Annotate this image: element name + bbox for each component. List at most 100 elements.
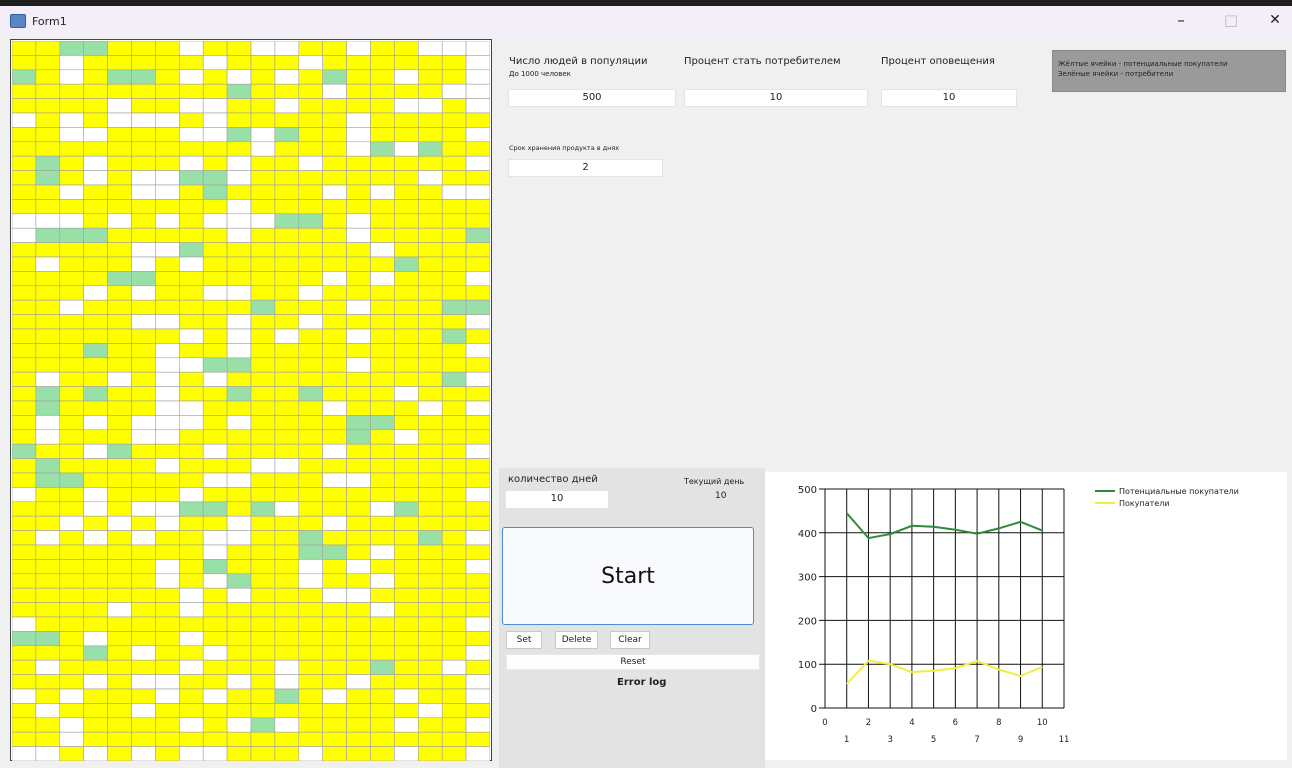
grid-cell[interactable]: [12, 501, 37, 517]
grid-cell[interactable]: [346, 731, 371, 747]
grid-cell[interactable]: [298, 631, 323, 647]
grid-cell[interactable]: [322, 746, 347, 761]
grid-cell[interactable]: [322, 98, 347, 114]
grid-cell[interactable]: [12, 530, 37, 546]
grid-cell[interactable]: [250, 285, 276, 301]
grid-cell[interactable]: [59, 170, 84, 186]
grid-cell[interactable]: [322, 271, 347, 287]
grid-cell[interactable]: [250, 602, 276, 618]
grid-cell[interactable]: [417, 357, 443, 373]
grid-cell[interactable]: [417, 616, 443, 632]
clear-button[interactable]: Clear: [610, 631, 650, 649]
grid-cell[interactable]: [35, 559, 61, 575]
grid-cell[interactable]: [465, 285, 490, 301]
grid-cell[interactable]: [465, 688, 490, 704]
grid-cell[interactable]: [417, 242, 443, 258]
grid-cell[interactable]: [250, 458, 276, 474]
grid-cell[interactable]: [202, 69, 228, 85]
grid-cell[interactable]: [465, 69, 490, 85]
grid-cell[interactable]: [83, 242, 108, 258]
grid-cell[interactable]: [465, 674, 490, 690]
grid-cell[interactable]: [155, 98, 180, 114]
grid-cell[interactable]: [59, 645, 84, 661]
grid-cell[interactable]: [179, 213, 204, 229]
grid-cell[interactable]: [179, 544, 204, 560]
grid-cell[interactable]: [83, 458, 108, 474]
grid-cell[interactable]: [179, 703, 204, 719]
grid-cell[interactable]: [226, 112, 252, 128]
grid-cell[interactable]: [226, 746, 252, 761]
grid-cell[interactable]: [274, 227, 300, 243]
grid-cell[interactable]: [394, 343, 419, 359]
grid-cell[interactable]: [83, 731, 108, 747]
grid-cell[interactable]: [441, 242, 467, 258]
grid-cell[interactable]: [131, 199, 156, 215]
grid-cell[interactable]: [417, 501, 443, 517]
grid-cell[interactable]: [12, 587, 37, 603]
grid-cell[interactable]: [131, 256, 156, 272]
grid-cell[interactable]: [298, 515, 323, 531]
grid-cell[interactable]: [59, 515, 84, 531]
grid-cell[interactable]: [59, 227, 84, 243]
grid-cell[interactable]: [83, 429, 108, 445]
grid-cell[interactable]: [370, 472, 395, 488]
grid-cell[interactable]: [202, 501, 228, 517]
grid-cell[interactable]: [370, 544, 395, 560]
grid-cell[interactable]: [346, 170, 371, 186]
grid-cell[interactable]: [12, 746, 37, 761]
grid-cell[interactable]: [298, 645, 323, 661]
grid-cell[interactable]: [417, 400, 443, 416]
grid-cell[interactable]: [250, 703, 276, 719]
grid-cell[interactable]: [226, 227, 252, 243]
grid-cell[interactable]: [441, 703, 467, 719]
grid-cell[interactable]: [59, 357, 84, 373]
grid-cell[interactable]: [202, 573, 228, 589]
grid-cell[interactable]: [274, 285, 300, 301]
grid-cell[interactable]: [370, 227, 395, 243]
grid-cell[interactable]: [59, 155, 84, 171]
grid-cell[interactable]: [417, 746, 443, 761]
grid-cell[interactable]: [155, 285, 180, 301]
grid-cell[interactable]: [107, 242, 132, 258]
grid-cell[interactable]: [298, 141, 323, 157]
grid-cell[interactable]: [179, 746, 204, 761]
grid-cell[interactable]: [370, 559, 395, 575]
grid-cell[interactable]: [417, 271, 443, 287]
grid-cell[interactable]: [298, 343, 323, 359]
grid-cell[interactable]: [417, 55, 443, 71]
grid-cell[interactable]: [179, 299, 204, 315]
notify-percent-input[interactable]: 10: [881, 89, 1017, 107]
grid-cell[interactable]: [202, 746, 228, 761]
grid-cell[interactable]: [417, 127, 443, 143]
grid-cell[interactable]: [250, 544, 276, 560]
grid-cell[interactable]: [250, 357, 276, 373]
grid-cell[interactable]: [441, 227, 467, 243]
grid-cell[interactable]: [35, 631, 61, 647]
grid-cell[interactable]: [465, 386, 490, 402]
grid-cell[interactable]: [274, 458, 300, 474]
grid-cell[interactable]: [417, 141, 443, 157]
grid-cell[interactable]: [83, 415, 108, 431]
grid-cell[interactable]: [394, 631, 419, 647]
grid-cell[interactable]: [394, 573, 419, 589]
grid-cell[interactable]: [417, 587, 443, 603]
grid-cell[interactable]: [274, 112, 300, 128]
grid-cell[interactable]: [226, 299, 252, 315]
grid-cell[interactable]: [250, 717, 276, 733]
grid-cell[interactable]: [250, 746, 276, 761]
grid-cell[interactable]: [417, 256, 443, 272]
grid-cell[interactable]: [179, 371, 204, 387]
minimize-button[interactable]: –: [1158, 6, 1204, 34]
grid-cell[interactable]: [441, 314, 467, 330]
grid-cell[interactable]: [59, 703, 84, 719]
grid-cell[interactable]: [370, 731, 395, 747]
grid-cell[interactable]: [155, 458, 180, 474]
grid-cell[interactable]: [346, 458, 371, 474]
grid-cell[interactable]: [298, 69, 323, 85]
grid-cell[interactable]: [441, 271, 467, 287]
grid-cell[interactable]: [107, 299, 132, 315]
grid-cell[interactable]: [322, 458, 347, 474]
grid-cell[interactable]: [298, 256, 323, 272]
grid-cell[interactable]: [394, 559, 419, 575]
grid-cell[interactable]: [298, 155, 323, 171]
